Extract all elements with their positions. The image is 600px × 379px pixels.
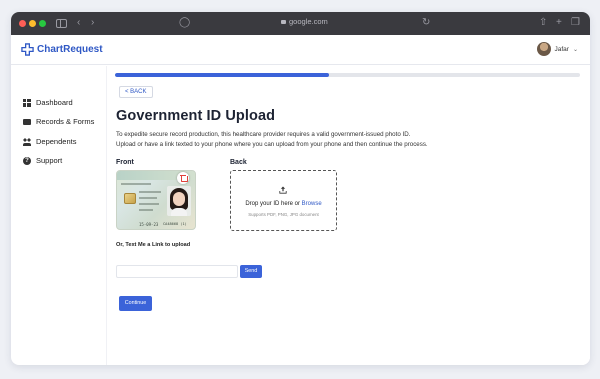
chartrequest-logo-icon	[21, 43, 34, 56]
card-text-line	[139, 203, 159, 205]
avatar	[536, 42, 551, 56]
continue-button[interactable]: Continue	[119, 296, 152, 311]
front-label: Front	[116, 159, 134, 166]
portrait-face	[173, 192, 185, 206]
people-icon	[23, 137, 31, 146]
dropzone-main-text: Drop your ID here or	[245, 201, 302, 207]
dropzone-supported-formats: Supports PDF, PNG, JPG document	[248, 212, 319, 217]
sidebar-item-dashboard[interactable]: Dashboard	[23, 98, 73, 107]
browse-link[interactable]: Browse	[302, 201, 322, 207]
help-icon: ?	[23, 156, 31, 165]
forward-arrow-icon[interactable]: ›	[91, 16, 94, 30]
upload-icon	[279, 186, 287, 194]
card-date: 15-09-23	[139, 222, 159, 227]
phone-number-input[interactable]	[116, 265, 238, 278]
tabs-overview-icon[interactable]: ❐	[571, 16, 580, 30]
progress-fill	[115, 73, 329, 77]
reload-icon[interactable]: ↻	[422, 16, 430, 30]
id-portrait	[167, 186, 191, 216]
sidebar-item-dependents[interactable]: Dependents	[23, 137, 76, 146]
sidebar-item-label: Dependents	[36, 137, 77, 146]
dropzone-text: Drop your ID here or Browse	[231, 201, 336, 207]
portrait-shoulders	[171, 208, 187, 216]
close-window-icon[interactable]	[19, 20, 26, 27]
url-text: google.com	[289, 17, 328, 26]
minimize-window-icon[interactable]	[29, 20, 36, 27]
user-name: Jafar	[554, 45, 569, 53]
card-number: CA48668 (1)	[163, 222, 187, 226]
back-button[interactable]: < BACK	[119, 86, 153, 98]
brand-name: ChartRequest	[37, 44, 103, 55]
new-tab-icon[interactable]: +	[556, 16, 562, 30]
description-line: Upload or have a link texted to your pho…	[116, 140, 428, 148]
back-arrow-icon[interactable]: ‹	[77, 16, 80, 30]
page-title: Government ID Upload	[116, 108, 276, 124]
sidebar-item-label: Records & Forms	[36, 117, 95, 126]
folder-icon	[23, 119, 31, 125]
maximize-window-icon[interactable]	[39, 20, 46, 27]
brand-logo[interactable]: ChartRequest	[21, 43, 103, 56]
delete-front-id-icon[interactable]	[177, 172, 189, 184]
sidebar-item-label: Support	[36, 156, 63, 165]
user-menu[interactable]: Jafar ⌄	[536, 42, 578, 56]
app-header: ChartRequest Jafar ⌄	[11, 35, 590, 65]
sidebar-toggle-icon[interactable]	[56, 19, 67, 28]
address-bar[interactable]: google.com	[281, 17, 328, 26]
chevron-down-icon: ⌄	[572, 46, 578, 53]
send-button[interactable]: Send	[240, 265, 262, 278]
sidebar-item-support[interactable]: ? Support	[23, 156, 62, 165]
card-text-line	[139, 191, 161, 193]
page-description: To expedite secure record production, th…	[116, 130, 586, 149]
card-chip	[124, 193, 136, 204]
browser-window: ‹ › ◯ google.com ↻ ⇧ + ❐ ChartRequest Ja…	[11, 12, 590, 365]
description-line: To expedite secure record production, th…	[116, 131, 411, 138]
sidebar-item-records-forms[interactable]: Records & Forms	[23, 117, 94, 126]
back-side-label: Back	[230, 159, 247, 166]
back-id-dropzone[interactable]: Drop your ID here or Browse Supports PDF…	[230, 170, 337, 231]
sidebar: Dashboard Records & Forms Dependents ? S…	[11, 66, 106, 365]
share-icon[interactable]: ⇧	[539, 16, 547, 30]
card-text-line	[121, 183, 151, 185]
main-content: < BACK Government ID Upload To expedite …	[106, 66, 590, 365]
card-text-line	[139, 209, 153, 211]
progress-bar	[115, 73, 580, 77]
card-text-line	[139, 197, 157, 199]
lock-icon	[281, 20, 286, 24]
shield-icon[interactable]: ◯	[179, 16, 190, 30]
browser-toolbar: ‹ › ◯ google.com ↻ ⇧ + ❐	[11, 12, 590, 35]
sidebar-item-label: Dashboard	[36, 98, 73, 107]
text-me-label: Or, Text Me a Link to upload	[116, 242, 191, 248]
dashboard-icon	[23, 98, 31, 107]
